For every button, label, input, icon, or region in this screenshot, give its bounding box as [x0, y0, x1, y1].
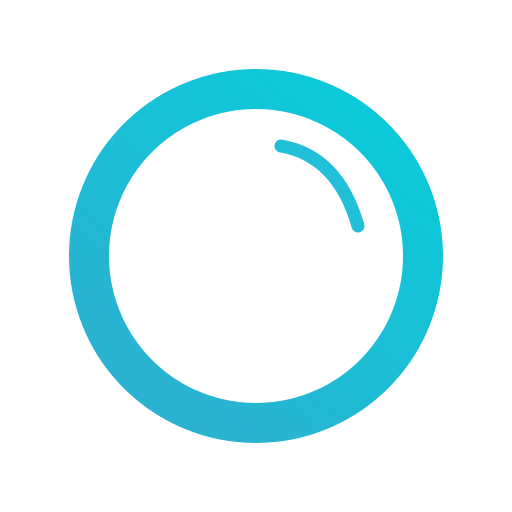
bubble-ring-icon	[69, 69, 443, 443]
highlight-arc	[274, 139, 365, 233]
outer-ring	[69, 69, 443, 443]
icon-canvas	[0, 0, 512, 512]
